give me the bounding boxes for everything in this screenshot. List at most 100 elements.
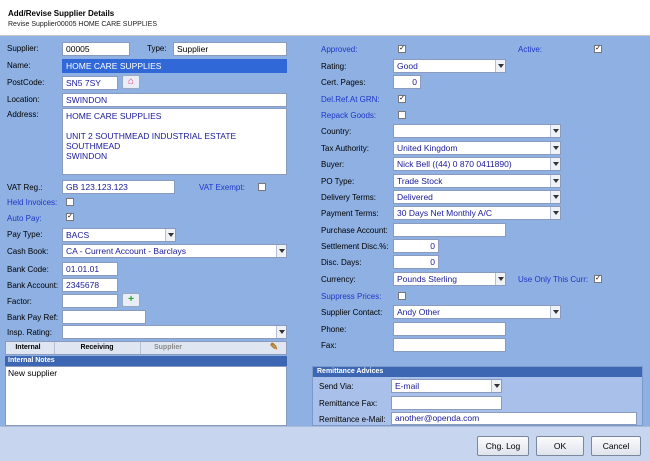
remittance-fax-field[interactable] [391, 396, 502, 410]
po-type-dropdown[interactable]: Trade Stock [393, 174, 561, 188]
notes-tab-bar: Internal Receiving Supplier ✎ [5, 341, 287, 355]
chevron-down-icon[interactable] [550, 207, 560, 219]
chevron-down-icon[interactable] [550, 142, 560, 154]
tab-internal[interactable]: Internal [6, 342, 50, 354]
purchase-account-label: Purchase Account: [321, 226, 388, 235]
remittance-email-label: Remittance e-Mail: [319, 415, 386, 424]
buyer-dropdown[interactable]: Nick Bell ((44) 0 870 0411890) [393, 157, 561, 171]
address-label: Address: [7, 110, 39, 119]
factor-field[interactable] [62, 294, 118, 308]
fax-field[interactable] [393, 338, 506, 352]
chevron-down-icon[interactable] [550, 306, 560, 318]
suppress-prices-checkbox[interactable] [398, 292, 406, 300]
rating-dropdown[interactable]: Good [393, 59, 506, 73]
chevron-down-icon[interactable] [495, 273, 505, 285]
cash-book-dropdown[interactable]: CA - Current Account - Barclays [62, 244, 287, 258]
chevron-down-icon[interactable] [550, 125, 560, 137]
type-field[interactable]: Supplier [173, 42, 287, 56]
purchase-account-field[interactable] [393, 223, 506, 237]
disc-days-label: Disc. Days: [321, 258, 362, 267]
bank-pay-ref-field[interactable] [62, 310, 146, 324]
dialog-subtitle: Revise Supplier00005 HOME CARE SUPPLIES [8, 21, 158, 28]
payment-terms-label: Payment Terms: [321, 209, 379, 218]
suppress-prices-label: Suppress Prices: [321, 292, 382, 301]
country-label: Country: [321, 127, 352, 136]
address-field[interactable]: HOME CARE SUPPLIES UNIT 2 SOUTHMEAD INDU… [62, 108, 287, 175]
phone-field[interactable] [393, 322, 506, 336]
location-field[interactable]: SWINDON [62, 93, 287, 107]
payment-terms-dropdown[interactable]: 30 Days Net Monthly A/C [393, 206, 561, 220]
pay-type-dropdown[interactable]: BACS [62, 228, 176, 242]
name-label: Name: [7, 61, 31, 70]
cert-pages-field[interactable]: 0 [393, 75, 421, 89]
currency-value: Pounds Sterling [397, 274, 458, 284]
active-checkbox[interactable]: ✓ [594, 45, 602, 53]
phone-label: Phone: [321, 325, 347, 334]
pay-type-label: Pay Type: [7, 230, 43, 239]
internal-notes-header: Internal Notes [5, 356, 287, 366]
internal-notes-textarea[interactable]: New supplier [5, 366, 287, 426]
bank-code-field[interactable]: 01.01.01 [62, 262, 118, 276]
type-label: Type: [147, 44, 167, 53]
chevron-down-icon[interactable] [550, 158, 560, 170]
chevron-down-icon[interactable] [550, 175, 560, 187]
approved-checkbox[interactable]: ✓ [398, 45, 406, 53]
currency-dropdown[interactable]: Pounds Sterling [393, 272, 506, 286]
cash-book-value: CA - Current Account - Barclays [66, 246, 186, 256]
send-via-dropdown[interactable]: E-mail [391, 379, 502, 393]
supplier-contact-dropdown[interactable]: Andy Other [393, 305, 561, 319]
postcode-label: PostCode: [7, 78, 45, 87]
name-field[interactable]: HOME CARE SUPPLIES [62, 59, 287, 73]
vat-reg-label: VAT Reg.: [7, 183, 43, 192]
chevron-down-icon[interactable] [276, 245, 286, 257]
vat-exempt-checkbox[interactable] [258, 183, 266, 191]
repack-goods-checkbox[interactable] [398, 111, 406, 119]
delivery-terms-label: Delivery Terms: [321, 193, 376, 202]
tab-supplier[interactable]: Supplier [140, 342, 195, 354]
supplier-contact-value: Andy Other [397, 307, 440, 317]
supplier-code-field[interactable]: 00005 [62, 42, 130, 56]
vat-reg-field[interactable]: GB 123.123.123 [62, 180, 175, 194]
payment-terms-value: 30 Days Net Monthly A/C [397, 208, 492, 218]
cancel-button[interactable]: Cancel [591, 436, 641, 456]
send-via-label: Send Via: [319, 382, 354, 391]
auto-pay-checkbox[interactable]: ✓ [66, 213, 74, 221]
country-dropdown[interactable] [393, 124, 561, 138]
del-ref-grn-checkbox[interactable]: ✓ [398, 95, 406, 103]
location-label: Location: [7, 95, 40, 104]
dialog-title: Add/Revise Supplier Details [8, 9, 115, 18]
bank-code-label: Bank Code: [7, 265, 49, 274]
chevron-down-icon[interactable] [276, 326, 286, 338]
tax-authority-label: Tax Authority: [321, 144, 370, 153]
buyer-label: Buyer: [321, 160, 345, 169]
held-invoices-checkbox[interactable] [66, 198, 74, 206]
chevron-down-icon[interactable] [550, 191, 560, 203]
pencil-icon[interactable]: ✎ [264, 342, 284, 354]
delivery-terms-value: Delivered [397, 192, 433, 202]
chevron-down-icon[interactable] [495, 60, 505, 72]
bank-account-field[interactable]: 2345678 [62, 278, 118, 292]
delivery-terms-dropdown[interactable]: Delivered [393, 190, 561, 204]
auto-pay-label: Auto Pay: [7, 214, 42, 223]
chevron-down-icon[interactable] [165, 229, 175, 241]
tab-receiving[interactable]: Receiving [54, 342, 139, 354]
dialog-header: Add/Revise Supplier Details Revise Suppl… [0, 0, 650, 36]
chg-log-button[interactable]: Chg. Log [477, 436, 529, 456]
po-type-value: Trade Stock [397, 176, 443, 186]
use-only-this-curr-checkbox[interactable]: ✓ [594, 275, 602, 283]
house-icon[interactable]: ⌂ [122, 75, 140, 89]
plus-icon[interactable]: + [122, 293, 140, 307]
cash-book-label: Cash Book: [7, 247, 49, 256]
ok-button[interactable]: OK [536, 436, 584, 456]
disc-days-field[interactable]: 0 [393, 255, 439, 269]
remittance-email-field[interactable]: another@openda.com [391, 412, 637, 425]
insp-rating-dropdown[interactable] [62, 325, 287, 339]
postcode-field[interactable]: SN5 7SY [62, 76, 118, 90]
rating-label: Rating: [321, 62, 347, 71]
rating-value: Good [397, 61, 418, 71]
settlement-disc-field[interactable]: 0 [393, 239, 439, 253]
chevron-down-icon[interactable] [491, 380, 501, 392]
tax-authority-dropdown[interactable]: United Kingdom [393, 141, 561, 155]
supplier-label: Supplier: [7, 44, 39, 53]
active-label: Active: [518, 45, 543, 54]
